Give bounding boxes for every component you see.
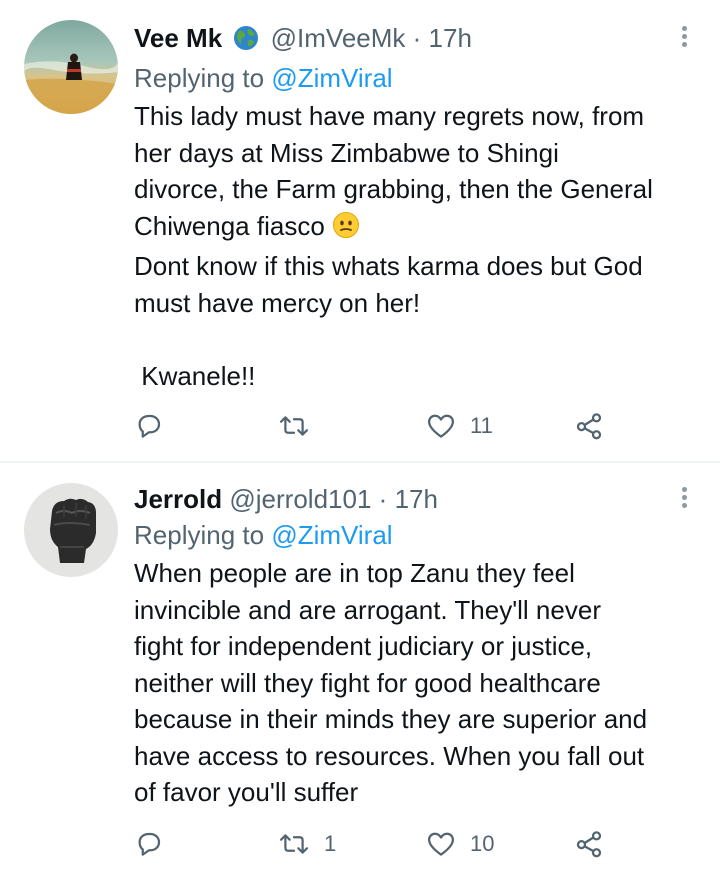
retweet-icon [278,829,310,859]
tweet-actions: 11 [134,408,720,444]
user-handle[interactable]: @ImVeeMk [271,23,406,53]
dot-separator: · [412,23,422,53]
reply-button[interactable] [134,826,178,862]
mention-link[interactable]: @ZimViral [271,63,392,93]
display-name[interactable]: Vee Mk [134,23,222,53]
tweet-text-line: of favor you'll suffer [134,777,359,807]
dot-separator: · [378,484,388,514]
tweet-text-line: divorce, the Farm grabbing, then the Gen… [134,174,653,204]
tweet-text-blank-line [134,321,680,358]
tweet-text: This lady must have many regrets now, fr… [134,98,680,394]
tweet-text: When people are in top Zanu they feel in… [134,555,680,811]
retweet-button[interactable] [278,408,324,444]
tweet-header: Jerrold @jerrold101 · 17h [134,481,680,517]
like-count: 10 [470,831,495,856]
reply-icon [134,411,164,441]
tweet-actions: 1 10 [134,826,720,862]
share-button[interactable] [574,408,604,444]
timestamp[interactable]: 17h [429,23,472,53]
tweet-text-line: because in their minds they are superior… [134,704,648,734]
tweet-text-line: her days at Miss Zimbabwe to Shingi [134,137,559,168]
retweet-icon [278,411,310,441]
like-count: 11 [470,413,493,438]
user-handle[interactable]: @jerrold101 [229,484,371,514]
heart-icon [426,829,456,859]
share-button[interactable] [574,826,604,862]
tweet-text-line: When people are in top Zanu they feel [134,558,575,588]
display-name[interactable]: Jerrold [134,484,222,514]
mention-link[interactable]: @ZimViral [271,520,392,550]
tweet[interactable]: Vee Mk @ImVeeMk · 17h Replying to @ZimVi… [0,0,720,462]
tweet[interactable]: Jerrold @jerrold101 · 17h Replying to @Z… [0,463,720,886]
tweet-text-line: have access to resources. When you fall … [134,740,645,771]
retweet-button[interactable]: 1 [278,826,336,862]
heart-icon [426,411,456,441]
tweet-header: Vee Mk @ImVeeMk · 17h [134,20,680,60]
tweet-text-line: Chiwenga fiasco [134,210,325,241]
replying-to-label: Replying to [134,520,265,550]
neutral-face-emoji-icon [332,211,360,249]
tweet-text-line: neither will they fight for good healthc… [134,667,601,698]
replying-to-line: Replying to @ZimViral [134,60,680,96]
reply-button[interactable] [134,408,178,444]
tweet-text-line-with-emoji: Chiwenga fiasco [134,208,680,249]
replying-to-line: Replying to @ZimViral [134,517,680,553]
tweet-text-line: must have mercy on her! [134,287,421,318]
avatar[interactable] [24,483,118,577]
like-button[interactable]: 10 [426,826,494,862]
share-icon [574,411,604,441]
tweet-text-line: Kwanele!! [134,360,256,391]
like-button[interactable]: 11 [426,408,493,444]
more-options-icon[interactable] [674,479,694,515]
replying-to-label: Replying to [134,63,265,93]
tweet-text-line: This lady must have many regrets now, fr… [134,101,645,131]
more-options-icon[interactable] [674,18,694,54]
timestamp[interactable]: 17h [395,484,438,514]
tweet-text-line: invincible and are arrogant. They'll nev… [134,594,601,625]
globe-emoji-icon [233,24,259,60]
avatar[interactable] [24,20,118,114]
reply-icon [134,829,164,859]
share-icon [574,829,604,859]
tweet-content: Jerrold @jerrold101 · 17h Replying to @Z… [134,481,680,811]
retweet-count: 1 [324,831,337,856]
tweet-text-line: Dont know if this whats karma does but G… [134,251,643,281]
tweet-content: Vee Mk @ImVeeMk · 17h Replying to @ZimVi… [134,20,680,394]
tweet-text-line: fight for independent judiciary or justi… [134,631,593,661]
